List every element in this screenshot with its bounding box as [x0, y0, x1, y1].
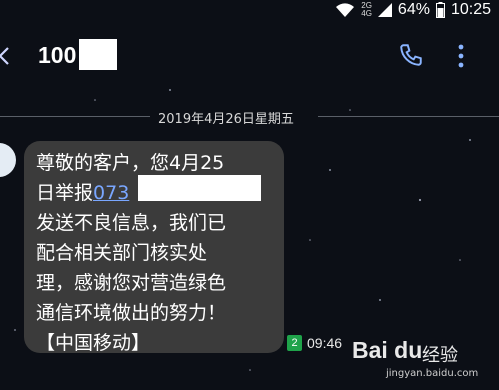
back-icon[interactable]: [0, 44, 14, 68]
phone-number-link[interactable]: 073: [93, 182, 129, 204]
battery-icon: [435, 2, 445, 18]
message-line: 发送不良信息，我们已: [36, 212, 227, 234]
message-line: 【中国移动】: [36, 332, 151, 354]
watermark-text: 经验: [422, 345, 458, 366]
watermark: Bai du 经验 jingyan.baidu.com: [352, 337, 492, 387]
conversation-header: 100: [0, 30, 499, 84]
avatar[interactable]: [0, 143, 16, 177]
redacted-number-block: [79, 39, 117, 70]
message-time: 09:46: [307, 335, 343, 351]
network-indicator: 2G 4G: [361, 1, 372, 18]
sim-badge: 2: [287, 335, 302, 351]
message-line: 通信环境做出的努力！: [36, 302, 227, 324]
message-line: 配合相关部门核实处: [36, 242, 208, 264]
divider-line: [0, 116, 150, 117]
status-bar: 2G 4G 64% 10:25: [0, 0, 499, 20]
watermark-url: jingyan.baidu.com: [386, 368, 479, 379]
more-icon[interactable]: [455, 43, 467, 69]
divider-line: [318, 116, 499, 117]
redacted-number-block: [138, 175, 261, 201]
date-separator: 2019年4月26日星期五: [0, 108, 499, 127]
message-line: 尊敬的客户，您4月25: [36, 152, 225, 174]
signal-icon: [377, 3, 392, 17]
date-label: 2019年4月26日星期五: [158, 112, 294, 127]
wifi-icon: [336, 3, 355, 18]
contact-title: 100: [38, 42, 77, 68]
clock: 10:25: [450, 1, 491, 18]
phone-icon[interactable]: [398, 42, 424, 68]
message-line: 理，感谢您对营造绿色: [36, 272, 227, 294]
battery-percent: 64%: [397, 1, 430, 18]
watermark-logo: Bai du: [352, 337, 423, 363]
